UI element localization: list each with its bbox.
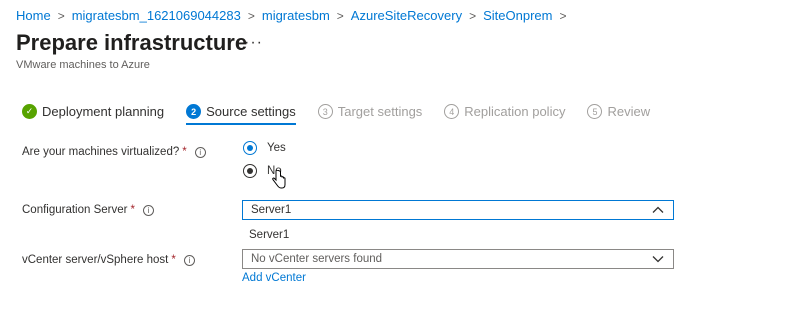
page-subtitle: VMware machines to Azure bbox=[16, 59, 150, 71]
tab-target-settings[interactable]: 3 Target settings bbox=[317, 104, 423, 119]
hand-cursor-icon bbox=[272, 170, 286, 189]
wizard-steps: ✓ Deployment planning 2 Source settings … bbox=[22, 104, 672, 125]
chevron-right-icon: > bbox=[57, 8, 65, 23]
tab-replication-policy[interactable]: 4 Replication policy bbox=[444, 104, 565, 119]
chevron-right-icon: > bbox=[469, 8, 477, 23]
chevron-right-icon: > bbox=[247, 8, 255, 23]
page-title: Prepare infrastructure bbox=[16, 30, 248, 55]
chevron-down-icon bbox=[652, 256, 664, 263]
chevron-right-icon: > bbox=[559, 8, 567, 23]
chevron-right-icon: > bbox=[336, 8, 344, 23]
active-tab-indicator bbox=[186, 123, 296, 125]
step-label: Deployment planning bbox=[42, 104, 165, 119]
required-marker: * bbox=[171, 254, 176, 266]
tab-deployment-planning[interactable]: ✓ Deployment planning bbox=[22, 104, 164, 119]
tab-source-settings[interactable]: 2 Source settings bbox=[186, 104, 296, 125]
required-marker: * bbox=[182, 146, 187, 158]
field-label-text: Are your machines virtualized? bbox=[22, 146, 180, 158]
info-icon[interactable]: i bbox=[183, 254, 195, 266]
step-number-badge: 3 bbox=[317, 104, 333, 119]
info-icon[interactable]: i bbox=[194, 146, 206, 158]
breadcrumb-site[interactable]: SiteOnprem bbox=[483, 8, 552, 23]
step-label: Source settings bbox=[206, 104, 296, 119]
radio-label: Yes bbox=[267, 142, 286, 154]
chevron-up-icon bbox=[652, 206, 664, 213]
breadcrumb-site-recovery[interactable]: AzureSiteRecovery bbox=[351, 8, 462, 23]
dropdown-placeholder: No vCenter servers found bbox=[251, 253, 383, 265]
step-label: Replication policy bbox=[464, 104, 566, 119]
step-label: Review bbox=[607, 104, 651, 119]
required-marker: * bbox=[130, 204, 135, 216]
vcenter-dropdown[interactable]: No vCenter servers found bbox=[242, 249, 674, 269]
tab-review[interactable]: 5 Review bbox=[587, 104, 650, 119]
step-number-badge: 4 bbox=[444, 104, 460, 119]
step-label: Target settings bbox=[337, 104, 423, 119]
breadcrumb-migrate-project[interactable]: migratesbm bbox=[262, 8, 330, 23]
virtualized-label: Are your machines virtualized? * i bbox=[22, 146, 206, 158]
config-server-dropdown[interactable]: Server1 bbox=[242, 200, 674, 220]
radio-button-checked[interactable] bbox=[243, 141, 257, 155]
step-number-badge: 5 bbox=[587, 104, 603, 119]
dropdown-option-server1[interactable]: Server1 bbox=[249, 229, 289, 241]
radio-button[interactable] bbox=[243, 164, 257, 178]
field-label-text: Configuration Server bbox=[22, 204, 128, 216]
breadcrumb: Home > migratesbm_1621069044283 > migrat… bbox=[16, 8, 573, 23]
config-server-label: Configuration Server * i bbox=[22, 204, 154, 216]
step-number-badge: 2 bbox=[186, 104, 202, 119]
radio-yes[interactable]: Yes bbox=[243, 141, 286, 155]
info-icon[interactable]: i bbox=[142, 204, 154, 216]
vcenter-label: vCenter server/vSphere host * i bbox=[22, 254, 195, 266]
dropdown-value: Server1 bbox=[251, 204, 292, 216]
checkmark-icon: ✓ bbox=[22, 104, 37, 119]
breadcrumb-resource-group[interactable]: migratesbm_1621069044283 bbox=[72, 8, 241, 23]
more-options-button[interactable]: ··· bbox=[244, 34, 263, 52]
breadcrumb-home[interactable]: Home bbox=[16, 8, 51, 23]
add-vcenter-link[interactable]: Add vCenter bbox=[242, 272, 306, 284]
field-label-text: vCenter server/vSphere host bbox=[22, 254, 169, 266]
